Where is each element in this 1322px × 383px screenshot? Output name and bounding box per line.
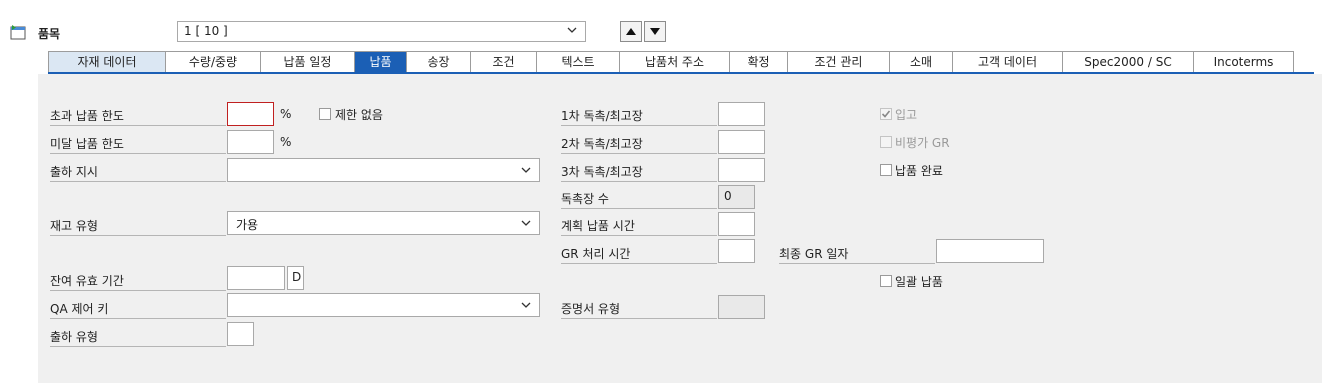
divider <box>779 263 935 264</box>
shipping-type-label: 출하 유형 <box>50 330 98 344</box>
divider <box>50 153 226 154</box>
shipping-instr-select[interactable] <box>227 158 540 182</box>
chevron-down-icon <box>521 220 531 226</box>
tab-retail[interactable]: 소매 <box>890 51 953 73</box>
cert-type-field <box>718 295 765 319</box>
arrow-down-icon <box>650 28 660 35</box>
goods-receipt-checkbox[interactable] <box>880 108 892 120</box>
over-tolerance-unit: % <box>280 107 292 121</box>
delivery-complete-checkbox[interactable] <box>880 164 892 176</box>
divider <box>561 153 717 154</box>
tab-customer-data[interactable]: 고객 데이터 <box>953 51 1063 73</box>
divider <box>561 181 717 182</box>
tab-quantity-weight[interactable]: 수량/중량 <box>166 51 261 73</box>
tab-material-data[interactable]: 자재 데이터 <box>48 51 166 73</box>
tab-confirmations[interactable]: 확정 <box>730 51 788 73</box>
stock-type-label: 재고 유형 <box>50 219 98 233</box>
over-tolerance-label: 초과 납품 한도 <box>50 109 124 123</box>
reminder-count-field: 0 <box>718 185 755 209</box>
previous-item-button[interactable] <box>620 21 642 42</box>
qa-control-label: QA 제어 키 <box>50 302 109 316</box>
planned-delivery-label: 계획 납품 시간 <box>561 219 635 233</box>
gr-processing-label: GR 처리 시간 <box>561 247 631 261</box>
item-details-icon[interactable] <box>9 24 27 40</box>
shipping-instr-label: 출하 지시 <box>50 165 98 179</box>
goods-receipt-label: 입고 <box>895 108 918 122</box>
remaining-shelf-label: 잔여 유효 기간 <box>50 274 124 288</box>
item-header: 품목 1 [ 10 ] <box>0 0 1322 46</box>
tab-delivery-address[interactable]: 납품처 주소 <box>620 51 730 73</box>
over-tolerance-input[interactable] <box>227 102 274 126</box>
stock-type-select[interactable]: 가용 <box>227 211 540 235</box>
delivery-panel: 초과 납품 한도 % 제한 없음 미달 납품 한도 % 출하 지시 재고 유형 … <box>38 74 1322 383</box>
reminder3-input[interactable] <box>718 158 765 182</box>
bulk-delivery-checkbox[interactable] <box>880 275 892 287</box>
divider <box>50 346 226 347</box>
shipping-type-input[interactable] <box>227 322 254 346</box>
divider <box>561 235 717 236</box>
tab-delivery[interactable]: 납품 <box>355 51 407 73</box>
item-select-value: 1 [ 10 ] <box>184 24 228 38</box>
shelf-period-unit-field[interactable]: D <box>287 266 304 290</box>
unlimited-checkbox[interactable] <box>319 108 331 120</box>
reminder-count-label: 독촉장 수 <box>561 192 609 206</box>
divider <box>561 125 717 126</box>
divider <box>50 125 226 126</box>
next-item-button[interactable] <box>644 21 666 42</box>
tab-incoterms[interactable]: Incoterms <box>1194 51 1294 73</box>
remaining-shelf-input[interactable] <box>227 266 285 290</box>
chevron-down-icon <box>521 302 531 308</box>
reminder2-input[interactable] <box>718 130 765 154</box>
under-tolerance-input[interactable] <box>227 130 274 154</box>
divider <box>50 318 226 319</box>
under-tolerance-unit: % <box>280 135 292 149</box>
chevron-down-icon <box>567 27 577 33</box>
non-valuated-gr-label: 비평가 GR <box>895 136 950 150</box>
item-label: 품목 <box>38 27 61 41</box>
qa-control-select[interactable] <box>227 293 540 317</box>
divider <box>561 318 717 319</box>
checkmark-icon <box>881 110 891 118</box>
divider <box>50 290 226 291</box>
tab-strip: 자재 데이터 수량/중량 납품 일정 납품 송장 조건 텍스트 납품처 주소 확… <box>48 51 1294 73</box>
tab-delivery-schedule[interactable]: 납품 일정 <box>261 51 355 73</box>
cert-type-label: 증명서 유형 <box>561 302 621 316</box>
gr-processing-input[interactable] <box>718 239 755 263</box>
reminder3-label: 3차 독촉/최고장 <box>561 165 643 179</box>
reminder1-label: 1차 독촉/최고장 <box>561 109 643 123</box>
unlimited-label: 제한 없음 <box>335 108 383 122</box>
arrow-up-icon <box>626 28 636 35</box>
tab-spec2000[interactable]: Spec2000 / SC <box>1063 51 1194 73</box>
planned-delivery-input[interactable] <box>718 212 755 236</box>
tab-condition-control[interactable]: 조건 관리 <box>788 51 890 73</box>
divider <box>50 235 226 236</box>
reminder2-label: 2차 독촉/최고장 <box>561 137 643 151</box>
tab-texts[interactable]: 텍스트 <box>537 51 620 73</box>
divider <box>50 181 226 182</box>
bulk-delivery-label: 일괄 납품 <box>895 275 943 289</box>
last-gr-date-input[interactable] <box>936 239 1044 263</box>
non-valuated-gr-checkbox[interactable] <box>880 136 892 148</box>
tab-invoice[interactable]: 송장 <box>407 51 471 73</box>
tab-conditions[interactable]: 조건 <box>471 51 537 73</box>
chevron-down-icon <box>521 167 531 173</box>
delivery-complete-label: 납품 완료 <box>895 164 943 178</box>
last-gr-date-label: 최종 GR 일자 <box>779 247 849 261</box>
divider <box>561 263 717 264</box>
divider <box>561 208 717 209</box>
item-select[interactable]: 1 [ 10 ] <box>177 21 586 42</box>
reminder1-input[interactable] <box>718 102 765 126</box>
under-tolerance-label: 미달 납품 한도 <box>50 137 124 151</box>
